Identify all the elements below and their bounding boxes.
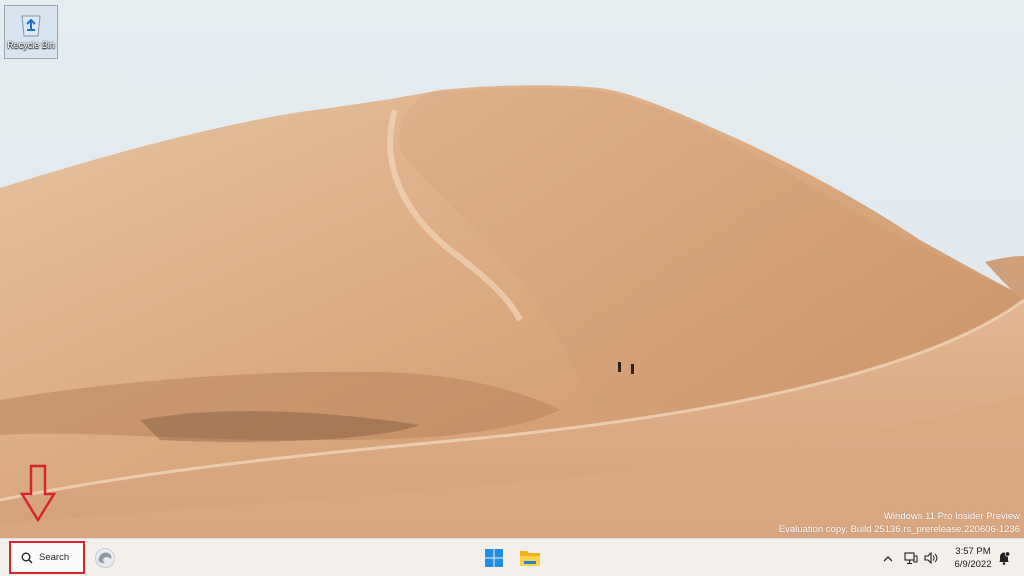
chevron-up-icon — [883, 555, 893, 561]
file-explorer-button[interactable] — [514, 542, 546, 574]
desert-dune-wallpaper — [0, 0, 1024, 538]
edge-beta-button[interactable] — [89, 542, 121, 574]
recycle-bin-shortcut[interactable]: Recycle Bin — [4, 5, 58, 59]
network-button[interactable] — [900, 542, 922, 574]
notifications-icon — [999, 551, 1010, 565]
red-arrow-down-icon — [19, 464, 57, 529]
windows-start-icon — [485, 549, 503, 567]
search-button[interactable]: Search — [9, 541, 85, 574]
notifications-button[interactable] — [994, 542, 1014, 574]
show-hidden-icons-button[interactable] — [878, 542, 898, 574]
volume-button[interactable] — [920, 542, 942, 574]
volume-icon — [924, 552, 938, 564]
watermark-edition: Windows 11 Pro Insider Preview — [883, 511, 1020, 522]
file-explorer-icon — [520, 551, 540, 566]
watermark-build: Evaluation copy. Build 25136.rs_prerelea… — [778, 524, 1020, 535]
desktop[interactable]: Recycle Bin Windows 11 Pro Insider Previ… — [0, 0, 1024, 538]
search-label: Search — [39, 552, 70, 563]
start-button[interactable] — [478, 542, 510, 574]
network-icon — [904, 551, 918, 564]
evaluation-watermark: Windows 11 Pro Insider Preview Evaluatio… — [779, 510, 1020, 536]
recycle-bin-label: Recycle Bin — [7, 40, 55, 50]
search-icon — [21, 552, 33, 563]
taskbar: Search 3:57 PM 6/9/2022 — [0, 538, 1024, 576]
edge-beta-icon — [95, 548, 115, 568]
recycle-bin-icon — [21, 15, 41, 37]
